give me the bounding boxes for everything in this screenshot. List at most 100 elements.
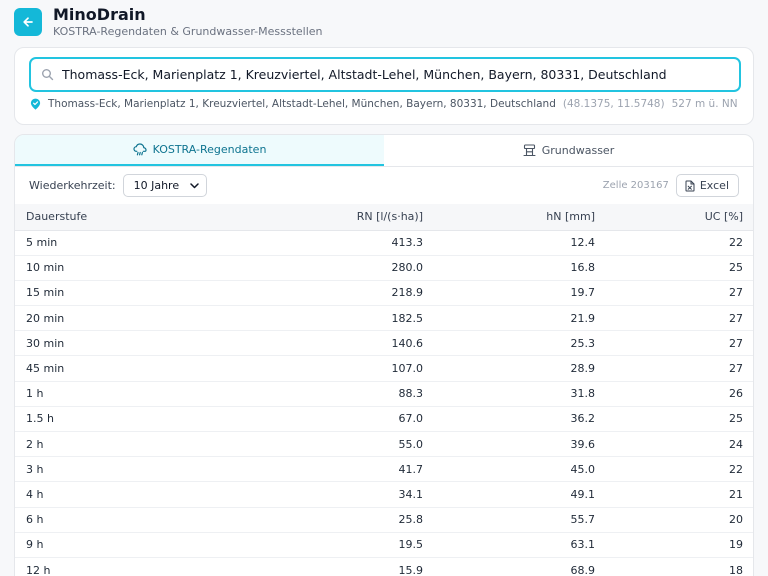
- data-panel: KOSTRA-Regendaten Grundwasser Wiederkehr…: [14, 134, 754, 576]
- tab-grundwasser[interactable]: Grundwasser: [384, 135, 753, 166]
- cell-rn: 182.5: [215, 305, 433, 332]
- cloud-rain-icon: [132, 143, 147, 156]
- table-row: 10 min 280.0 16.8 25: [15, 255, 753, 281]
- cell-uc: 27: [605, 330, 753, 357]
- cell-hn: 49.1: [433, 481, 605, 508]
- cell-hn: 55.7: [433, 507, 605, 533]
- table-row: 2 h 55.0 39.6 24: [15, 431, 753, 458]
- table-row: 4 h 34.1 49.1 21: [15, 481, 753, 508]
- tab-kostra[interactable]: KOSTRA-Regendaten: [15, 135, 384, 166]
- tab-kostra-label: KOSTRA-Regendaten: [152, 143, 267, 156]
- excel-export-label: Excel: [699, 179, 729, 192]
- cell-rn: 140.6: [215, 330, 433, 357]
- cell-rn: 19.5: [215, 532, 433, 558]
- cell-rn: 67.0: [215, 406, 433, 433]
- table-row: 45 min 107.0 28.9 27: [15, 355, 753, 382]
- cell-rn: 413.3: [215, 230, 433, 256]
- app-subtitle: KOSTRA-Regendaten & Grundwasser-Messstel…: [53, 24, 323, 38]
- cell-hn: 21.9: [433, 305, 605, 332]
- cell-uc: 18: [605, 557, 753, 576]
- return-period-value: 10 Jahre: [133, 179, 180, 192]
- excel-export-button[interactable]: Excel: [675, 174, 739, 197]
- table-body: 5 min 413.3 12.4 22 10 min 280.0 16.8 25 15 min 2…: [15, 230, 753, 576]
- table-header-row: Dauerstufe RN [l/(s·ha)] hN [mm] UC [%]: [15, 204, 753, 231]
- search-card: Thomass-Eck, Marienplatz 1, Kreuzviertel…: [14, 47, 754, 125]
- cell-duration: 9 h: [15, 532, 215, 558]
- cell-rn: 41.7: [215, 456, 433, 483]
- cell-hn: 63.1: [433, 532, 605, 558]
- cell-duration: 3 h: [15, 456, 215, 483]
- cell-uc: 27: [605, 280, 753, 307]
- search-box[interactable]: [29, 57, 741, 92]
- table-row: 9 h 19.5 63.1 19: [15, 532, 753, 558]
- cell-uc: 27: [605, 305, 753, 332]
- cell-hn: 39.6: [433, 431, 605, 458]
- cell-hn: 28.9: [433, 355, 605, 382]
- cell-hn: 45.0: [433, 456, 605, 483]
- cell-rn: 34.1: [215, 481, 433, 508]
- table-row: 5 min 413.3 12.4 22: [15, 230, 753, 256]
- table-row: 3 h 41.7 45.0 22: [15, 456, 753, 483]
- cell-duration: 1 h: [15, 381, 215, 407]
- cell-duration: 4 h: [15, 481, 215, 508]
- app-header: MinoDrain KOSTRA-Regendaten & Grundwasse…: [14, 4, 323, 40]
- search-input[interactable]: [62, 67, 722, 82]
- cell-id-label: Zelle 203167: [602, 180, 669, 191]
- cell-rn: 88.3: [215, 381, 433, 407]
- col-header-rn: RN [l/(s·ha)]: [215, 204, 433, 231]
- col-header-hn: hN [mm]: [433, 204, 605, 231]
- cell-hn: 68.9: [433, 557, 605, 576]
- tab-bar: KOSTRA-Regendaten Grundwasser: [15, 135, 753, 167]
- cell-duration: 2 h: [15, 431, 215, 458]
- back-button[interactable]: [14, 8, 42, 36]
- table-toolbar: Wiederkehrzeit: 10 Jahre Zelle 203167 Ex…: [15, 167, 753, 204]
- cell-uc: 20: [605, 507, 753, 533]
- cell-hn: 19.7: [433, 280, 605, 307]
- cell-hn: 36.2: [433, 406, 605, 433]
- cell-uc: 25: [605, 406, 753, 433]
- cell-hn: 25.3: [433, 330, 605, 357]
- cell-uc: 22: [605, 230, 753, 256]
- cell-uc: 25: [605, 255, 753, 281]
- location-altitude: 527 m ü. NN: [671, 98, 738, 110]
- arrow-left-icon: [23, 17, 33, 27]
- tab-grundwasser-label: Grundwasser: [541, 144, 615, 157]
- cell-duration: 20 min: [15, 305, 215, 332]
- table-row: 1.5 h 67.0 36.2 25: [15, 406, 753, 433]
- col-header-duration: Dauerstufe: [15, 204, 215, 231]
- cell-hn: 16.8: [433, 255, 605, 281]
- cell-hn: 31.8: [433, 381, 605, 407]
- table-row: 20 min 182.5 21.9 27: [15, 305, 753, 332]
- table-row: 1 h 88.3 31.8 26: [15, 381, 753, 407]
- cell-uc: 24: [605, 431, 753, 458]
- cell-rn: 218.9: [215, 280, 433, 307]
- cell-duration: 10 min: [15, 255, 215, 281]
- kostra-table: Dauerstufe RN [l/(s·ha)] hN [mm] UC [%] …: [15, 204, 753, 576]
- cell-rn: 25.8: [215, 507, 433, 533]
- cell-duration: 6 h: [15, 507, 215, 533]
- cell-uc: 22: [605, 456, 753, 483]
- search-icon: [42, 69, 54, 81]
- cell-uc: 19: [605, 532, 753, 558]
- cell-uc: 27: [605, 355, 753, 382]
- cell-duration: 5 min: [15, 230, 215, 256]
- cell-duration: 45 min: [15, 355, 215, 382]
- cell-duration: 12 h: [15, 557, 215, 576]
- return-period-select[interactable]: 10 Jahre: [122, 174, 207, 197]
- app-title: MinoDrain: [53, 4, 146, 24]
- cell-duration: 30 min: [15, 330, 215, 357]
- cell-uc: 21: [605, 481, 753, 508]
- location-address: Thomass-Eck, Marienplatz 1, Kreuzviertel…: [48, 98, 556, 110]
- chevron-down-icon: [189, 182, 199, 188]
- table-row: 12 h 15.9 68.9 18: [15, 557, 753, 576]
- map-pin-icon: [30, 98, 41, 110]
- cell-rn: 15.9: [215, 557, 433, 576]
- cell-duration: 15 min: [15, 280, 215, 307]
- cell-rn: 55.0: [215, 431, 433, 458]
- groundwater-icon: [523, 144, 536, 157]
- cell-duration: 1.5 h: [15, 406, 215, 433]
- cell-rn: 107.0: [215, 355, 433, 382]
- table-row: 30 min 140.6 25.3 27: [15, 330, 753, 357]
- table-row: 15 min 218.9 19.7 27: [15, 280, 753, 307]
- location-row: Thomass-Eck, Marienplatz 1, Kreuzviertel…: [30, 98, 738, 110]
